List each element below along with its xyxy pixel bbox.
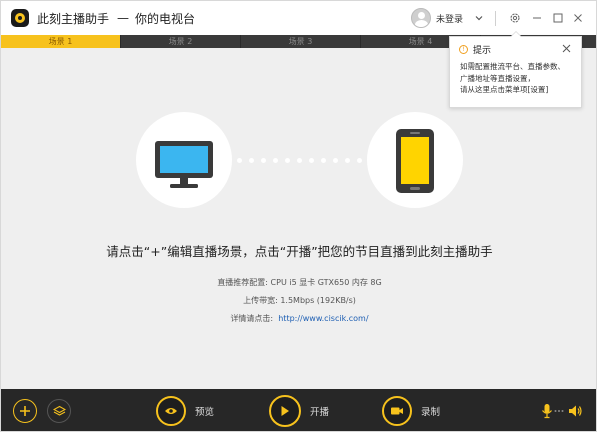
tab-scene-2[interactable]: 场景 2 bbox=[121, 35, 241, 48]
user-menu[interactable]: 未登录 bbox=[411, 8, 483, 28]
popup-line: 如需配置推流平台、直播参数、 bbox=[460, 62, 565, 71]
details-link[interactable]: http://www.ciscik.com/ bbox=[278, 314, 368, 323]
popup-body: 如需配置推流平台、直播参数、 广播地址等直播设置， 请从这里点击菜单项[设置] bbox=[460, 61, 585, 96]
go-live-label: 开播 bbox=[310, 407, 330, 418]
record-label: 录制 bbox=[421, 407, 441, 418]
video-camera-icon bbox=[382, 396, 412, 426]
titlebar-divider bbox=[495, 11, 496, 26]
popup-line: 请从这里点击菜单项[设置] bbox=[460, 85, 549, 94]
connector-dot bbox=[273, 158, 278, 163]
bottom-toolbar: 预览 开播 录制 bbox=[1, 389, 596, 431]
upload-bandwidth: 上传带宽: 1.5Mbps (192KB/s) bbox=[243, 296, 356, 305]
connector-dot bbox=[333, 158, 338, 163]
connector-dot bbox=[285, 158, 290, 163]
microphone-icon[interactable] bbox=[539, 403, 555, 419]
connector-dot bbox=[321, 158, 326, 163]
connector-dot bbox=[261, 158, 266, 163]
connector-dot bbox=[309, 158, 314, 163]
channel-name: 你的电视台 bbox=[135, 11, 196, 26]
app-name: 此刻主播助手 bbox=[37, 11, 110, 26]
close-icon[interactable] bbox=[570, 10, 586, 26]
add-scene-button[interactable] bbox=[13, 399, 37, 423]
layers-button[interactable] bbox=[47, 399, 71, 423]
record-button[interactable]: 录制 bbox=[382, 389, 441, 431]
popup-title: 提示 bbox=[473, 46, 492, 56]
maximize-icon[interactable] bbox=[550, 10, 566, 26]
title-separator: — bbox=[117, 11, 130, 25]
info-icon: ! bbox=[459, 45, 468, 54]
settings-hint-popup: ! 提示 如需配置推流平台、直播参数、 广播地址等直播设置， 请从这里点击菜单项… bbox=[449, 31, 585, 108]
monitor-icon bbox=[155, 141, 213, 188]
monitor-circle bbox=[136, 112, 232, 208]
popup-line: 广播地址等直播设置， bbox=[460, 73, 535, 83]
login-status: 未登录 bbox=[436, 14, 464, 25]
details-line: 详情请点击: http://www.ciscik.com/ bbox=[1, 313, 596, 324]
recommended-config: 直播推荐配置: CPU i5 显卡 GTX650 内存 8G bbox=[217, 278, 382, 287]
connector-dot bbox=[357, 158, 362, 163]
connector-dot bbox=[249, 158, 254, 163]
preview-button[interactable]: 预览 bbox=[156, 389, 215, 431]
details-label: 详情请点击: bbox=[230, 314, 274, 323]
close-icon[interactable] bbox=[562, 44, 571, 53]
gear-icon[interactable] bbox=[507, 10, 523, 26]
connector-dot bbox=[345, 158, 350, 163]
app-logo-icon bbox=[11, 9, 29, 27]
preview-label: 预览 bbox=[195, 407, 215, 418]
title-bar: 此刻主播助手 — 你的电视台 未登录 bbox=[1, 1, 596, 35]
main-instruction: 请点击“+”编辑直播场景，点击“开播”把您的节目直播到此刻主播助手 bbox=[106, 244, 493, 259]
plus-icon bbox=[20, 406, 30, 416]
phone-circle bbox=[367, 112, 463, 208]
phone-icon bbox=[396, 129, 434, 193]
connector-dot bbox=[237, 158, 242, 163]
layers-icon bbox=[52, 405, 66, 416]
minimize-icon[interactable] bbox=[529, 10, 545, 26]
user-avatar-icon bbox=[411, 8, 431, 28]
popup-header: ! 提示 bbox=[459, 43, 491, 56]
go-live-button[interactable]: 开播 bbox=[269, 389, 330, 431]
chevron-down-icon[interactable] bbox=[475, 14, 483, 22]
play-icon bbox=[269, 395, 301, 427]
speaker-icon[interactable] bbox=[567, 403, 583, 419]
app-window: 此刻主播助手 — 你的电视台 未登录 场景 1 场景 2 场景 3 场景 4 !… bbox=[0, 0, 597, 432]
eye-icon bbox=[156, 396, 186, 426]
connector-dot bbox=[297, 158, 302, 163]
tab-scene-3[interactable]: 场景 3 bbox=[241, 35, 361, 48]
tab-scene-1[interactable]: 场景 1 bbox=[1, 35, 121, 48]
audio-level-dots bbox=[554, 410, 564, 412]
